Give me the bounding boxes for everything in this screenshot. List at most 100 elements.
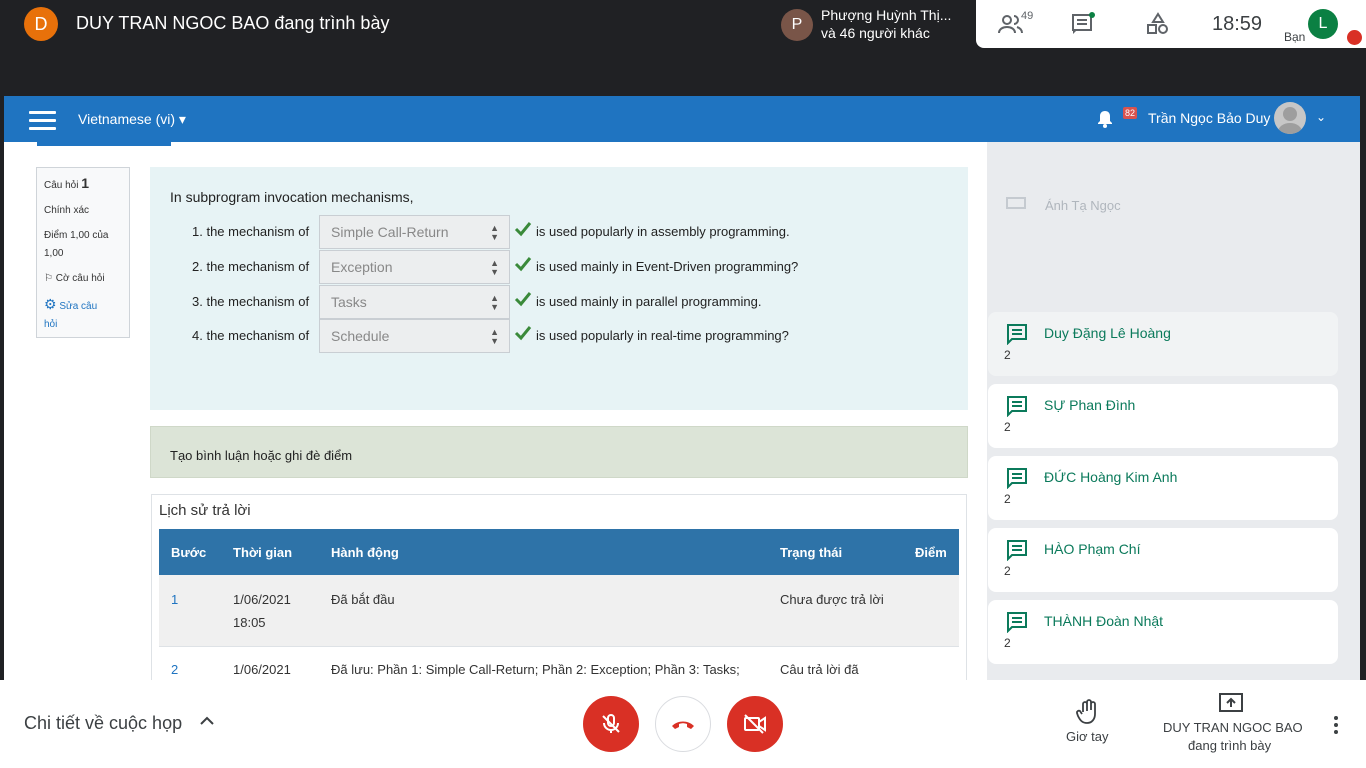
participant-count: 2 bbox=[1004, 564, 1011, 578]
participant-count: 2 bbox=[1004, 492, 1011, 506]
match-row: 1. the mechanism of Simple Call-Return ▲ ▼… bbox=[172, 215, 872, 249]
match-select[interactable]: Exception ▲ ▼ bbox=[319, 250, 510, 284]
hangup-button[interactable] bbox=[655, 696, 711, 752]
question-score-line2: 1,00 bbox=[44, 248, 64, 259]
camera-toggle-button[interactable] bbox=[727, 696, 783, 752]
comment-icon bbox=[1007, 540, 1027, 561]
comment-icon bbox=[1007, 396, 1027, 417]
match-selected-value: Simple Call-Return bbox=[331, 224, 449, 240]
question-number: 1 bbox=[81, 175, 90, 191]
people-count: 49 bbox=[1021, 10, 1034, 22]
participant-count: 2 bbox=[1004, 636, 1011, 650]
select-arrows-icon: ▲ ▼ bbox=[490, 223, 499, 242]
meeting-details-button[interactable]: Chi tiết về cuộc họp bbox=[24, 713, 182, 734]
presenting-name[interactable]: DUY TRAN NGOC BAO bbox=[1163, 720, 1303, 735]
comment-icon bbox=[1007, 612, 1027, 633]
participant-name: THÀNH Đoàn Nhật bbox=[1044, 613, 1164, 629]
flag-question[interactable]: ⚐ Cờ câu hỏi bbox=[44, 270, 122, 288]
hangup-icon bbox=[672, 721, 694, 729]
match-prefix: 3. the mechanism of bbox=[192, 294, 310, 309]
match-prefix: 1. the mechanism of bbox=[192, 224, 310, 239]
list-item[interactable]: ĐỨC Hoàng Kim Anh 2 bbox=[988, 456, 1338, 520]
step-status: Câu trả lời đã bbox=[780, 662, 859, 677]
step-action: Đã bắt đầu bbox=[331, 592, 395, 607]
edit-question-link[interactable]: ⚙ Sửa câu hỏi bbox=[44, 295, 122, 334]
question-info-panel: Câu hỏi 1 Chính xác Điểm 1,00 của 1,00 ⚐ … bbox=[36, 167, 130, 338]
list-item[interactable]: THÀNH Đoàn Nhật 2 bbox=[988, 600, 1338, 664]
col-header-score: Điểm bbox=[915, 545, 947, 560]
list-item[interactable]: Duy Đặng Lê Hoàng 2 bbox=[988, 312, 1338, 376]
step-action: Đã lưu: Phần 1: Simple Call-Return; Phần… bbox=[331, 662, 740, 677]
comment-icon bbox=[1006, 197, 1026, 209]
match-selected-value: Tasks bbox=[331, 294, 367, 310]
participant-name: ĐỨC Hoàng Kim Anh bbox=[1044, 469, 1178, 485]
caret-down-icon: ▾ bbox=[178, 111, 186, 127]
chevron-up-icon[interactable] bbox=[197, 711, 217, 731]
step-link[interactable]: 2 bbox=[171, 658, 178, 680]
comment-icon bbox=[1007, 468, 1027, 489]
match-row: 2. the mechanism of Exception ▲ ▼ is used … bbox=[172, 250, 872, 284]
flag-icon: ⚐ bbox=[44, 273, 53, 284]
hand-icon[interactable] bbox=[1076, 699, 1100, 725]
user-name[interactable]: Trần Ngọc Bảo Duy bbox=[1148, 110, 1270, 126]
self-avatar[interactable]: L bbox=[1308, 9, 1338, 39]
col-header-step: Bước bbox=[171, 545, 207, 560]
self-muted-icon bbox=[1347, 30, 1362, 45]
language-menu[interactable]: Vietnamese (vi) ▾ bbox=[78, 111, 186, 128]
notification-badge[interactable]: 82 bbox=[1123, 107, 1138, 119]
match-row: 3. the mechanism of Tasks ▲ ▼ is used main… bbox=[172, 285, 872, 319]
step-link[interactable]: 1 bbox=[171, 588, 178, 611]
mic-off-icon bbox=[602, 714, 620, 733]
match-suffix: is used mainly in parallel programming. bbox=[536, 294, 762, 309]
select-arrows-icon: ▲ ▼ bbox=[490, 327, 499, 346]
match-select[interactable]: Schedule ▲ ▼ bbox=[319, 319, 510, 353]
edit-question-line2: hỏi bbox=[44, 319, 58, 330]
correct-check-icon bbox=[514, 292, 532, 307]
match-suffix: is used popularly in real-time programmi… bbox=[536, 328, 789, 343]
question-status: Chính xác bbox=[44, 205, 90, 216]
edit-question-line1: Sửa câu bbox=[59, 301, 98, 312]
camera-off-icon bbox=[744, 714, 766, 734]
match-selected-value: Exception bbox=[331, 259, 393, 275]
chat-icon[interactable] bbox=[1071, 12, 1097, 36]
presenter-title: DUY TRAN NGOC BAO đang trình bày bbox=[76, 13, 390, 33]
match-suffix: is used mainly in Event-Driven programmi… bbox=[536, 259, 799, 274]
participant-name: Duy Đặng Lê Hoàng bbox=[1044, 325, 1171, 341]
table-row bbox=[159, 575, 959, 647]
participant-avatar: P bbox=[781, 9, 813, 41]
col-header-status: Trạng thái bbox=[780, 545, 843, 560]
participant-name: HÀO Phạm Chí bbox=[1044, 541, 1141, 557]
user-menu-chevron-icon[interactable]: ⌄ bbox=[1316, 110, 1326, 124]
present-icon[interactable] bbox=[1219, 692, 1243, 714]
match-prefix: 4. the mechanism of bbox=[192, 328, 310, 343]
participants-line1: Phượng Huỳnh Thị... bbox=[821, 7, 952, 23]
activities-icon[interactable] bbox=[1146, 12, 1170, 36]
col-header-action: Hành động bbox=[331, 545, 399, 560]
list-item[interactable]: SỰ Phan Đình 2 bbox=[988, 384, 1338, 448]
language-label: Vietnamese (vi) bbox=[78, 111, 176, 127]
step-time: 18:05 bbox=[233, 615, 266, 630]
mic-toggle-button[interactable] bbox=[583, 696, 639, 752]
select-arrows-icon: ▲ ▼ bbox=[490, 293, 499, 312]
hamburger-menu-icon[interactable] bbox=[29, 111, 56, 131]
participant-count: 2 bbox=[1004, 420, 1011, 434]
match-select[interactable]: Tasks ▲ ▼ bbox=[319, 285, 510, 319]
participant-count: 2 bbox=[1004, 348, 1011, 362]
more-vert-icon[interactable] bbox=[1330, 714, 1342, 736]
correct-check-icon bbox=[514, 257, 532, 272]
raise-hand-label[interactable]: Giơ tay bbox=[1066, 729, 1108, 744]
bell-icon[interactable] bbox=[1097, 110, 1113, 128]
question-text: In subprogram invocation mechanisms, bbox=[170, 189, 414, 205]
comment-link[interactable]: Tạo bình luận hoặc ghi đè điểm bbox=[170, 448, 352, 463]
participant-name: SỰ Phan Đình bbox=[1044, 397, 1136, 413]
match-selected-value: Schedule bbox=[331, 328, 390, 344]
match-suffix: is used popularly in assembly programmin… bbox=[536, 224, 790, 239]
correct-check-icon bbox=[514, 326, 532, 341]
user-avatar[interactable] bbox=[1274, 102, 1306, 134]
correct-check-icon bbox=[514, 222, 532, 237]
list-item[interactable]: HÀO Phạm Chí 2 bbox=[988, 528, 1338, 592]
select-arrows-icon: ▲ ▼ bbox=[490, 258, 499, 277]
faded-participant-name: Ánh Tạ Ngọc bbox=[1045, 198, 1121, 213]
match-select[interactable]: Simple Call-Return ▲ ▼ bbox=[319, 215, 510, 249]
presenter-avatar: D bbox=[24, 7, 58, 41]
